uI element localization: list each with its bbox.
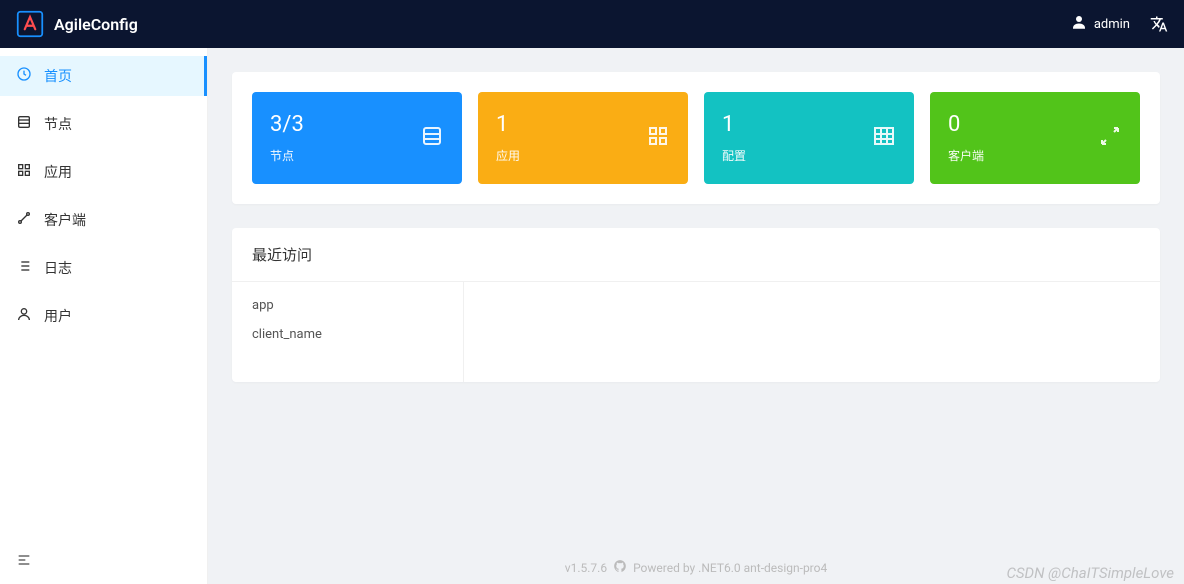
recent-column: app client_name <box>232 282 464 382</box>
grid-icon <box>16 162 32 182</box>
recent-item[interactable]: app <box>252 298 443 313</box>
stat-value: 1 <box>496 112 520 137</box>
sidebar-item-nodes[interactable]: 节点 <box>0 104 207 144</box>
recent-item[interactable]: client_name <box>252 327 443 342</box>
footer: v1.5.7.6 Powered by .NET6.0 ant-design-p… <box>208 559 1184 576</box>
app-logo[interactable] <box>16 10 44 38</box>
recent-title: 最近访问 <box>232 228 1160 282</box>
version-text: v1.5.7.6 <box>565 561 607 575</box>
header-right: admin <box>1070 13 1168 35</box>
powered-text: Powered by .NET6.0 ant-design-pro4 <box>633 561 827 575</box>
stat-label: 配置 <box>722 147 746 164</box>
language-switch[interactable] <box>1150 15 1168 33</box>
sidebar-item-users[interactable]: 用户 <box>0 296 207 336</box>
sidebar-item-label: 日志 <box>44 258 72 278</box>
sidebar-item-label: 应用 <box>44 162 72 182</box>
list-icon <box>16 114 32 134</box>
sidebar-item-label: 用户 <box>44 306 72 326</box>
sidebar-collapse-toggle[interactable] <box>0 540 207 584</box>
sidebar-item-label: 首页 <box>44 66 72 86</box>
sidebar-item-home[interactable]: 首页 <box>0 56 207 96</box>
user-icon <box>16 306 32 326</box>
stat-configs[interactable]: 1 配置 <box>704 92 914 184</box>
recent-empty <box>464 282 1160 382</box>
sidebar: 首页 节点 应用 客户端 日志 用户 <box>0 48 208 584</box>
stat-clients[interactable]: 0 客户端 <box>930 92 1140 184</box>
stat-value: 3/3 <box>270 112 304 137</box>
sidebar-item-apps[interactable]: 应用 <box>0 152 207 192</box>
stat-apps[interactable]: 1 应用 <box>478 92 688 184</box>
sidebar-item-label: 节点 <box>44 114 72 134</box>
grid-icon <box>646 124 670 152</box>
sidebar-item-clients[interactable]: 客户端 <box>0 200 207 240</box>
sidebar-item-logs[interactable]: 日志 <box>0 248 207 288</box>
main-content: 3/3 节点 1 应用 1 配置 <box>208 48 1184 584</box>
username: admin <box>1094 17 1130 32</box>
header: AgileConfig admin <box>0 0 1184 48</box>
header-left: AgileConfig <box>16 10 138 38</box>
stats-card: 3/3 节点 1 应用 1 配置 <box>232 72 1160 204</box>
connect-icon <box>16 210 32 230</box>
recent-body: app client_name <box>232 282 1160 382</box>
dashboard-icon <box>16 66 32 86</box>
github-icon[interactable] <box>613 559 627 576</box>
stat-label: 应用 <box>496 147 520 164</box>
list-icon <box>420 124 444 152</box>
stat-label: 节点 <box>270 147 304 164</box>
stat-label: 客户端 <box>948 147 984 164</box>
stat-nodes[interactable]: 3/3 节点 <box>252 92 462 184</box>
expand-icon <box>1098 124 1122 152</box>
sidebar-item-label: 客户端 <box>44 210 86 230</box>
loglist-icon <box>16 258 32 278</box>
stat-value: 1 <box>722 112 746 137</box>
sidebar-menu: 首页 节点 应用 客户端 日志 用户 <box>0 48 207 344</box>
collapse-icon <box>16 552 32 572</box>
user-menu[interactable]: admin <box>1070 13 1130 35</box>
table-icon <box>872 124 896 152</box>
app-title: AgileConfig <box>54 15 138 34</box>
user-icon <box>1070 13 1088 35</box>
recent-card: 最近访问 app client_name <box>232 228 1160 382</box>
stat-value: 0 <box>948 112 984 137</box>
